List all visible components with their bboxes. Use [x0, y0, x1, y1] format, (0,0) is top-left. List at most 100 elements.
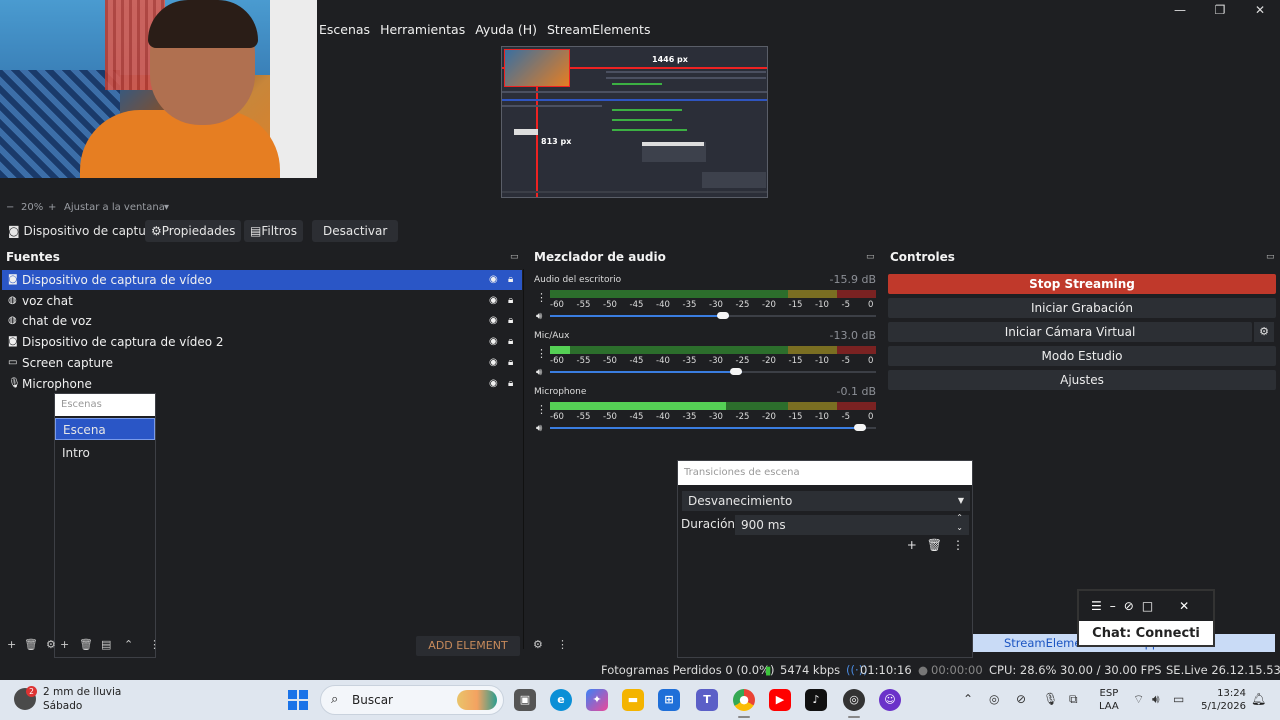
- source-item[interactable]: ◙ Dispositivo de captura de vídeo ◉ 🔒︎: [2, 270, 522, 290]
- tray-app-icon[interactable]: ⧉: [1069, 692, 1078, 707]
- more-icon[interactable]: ⋮: [536, 347, 547, 360]
- more-icon[interactable]: ⋮: [536, 403, 547, 416]
- obs-icon[interactable]: ◎: [843, 689, 865, 711]
- speaker-icon[interactable]: 🔊︎: [536, 423, 542, 434]
- start-recording-button[interactable]: Iniciar Grabación: [888, 298, 1276, 318]
- volume-icon[interactable]: 🔊︎: [1152, 692, 1160, 707]
- lock-icon[interactable]: 🔒︎: [508, 270, 513, 290]
- eye-icon[interactable]: ◉: [489, 353, 498, 373]
- tiktok-icon[interactable]: ♪: [805, 689, 827, 711]
- trash-icon[interactable]: 🗑︎: [927, 538, 942, 552]
- trash-icon[interactable]: 🗑︎: [24, 638, 38, 651]
- menu-escenas[interactable]: Escenas: [319, 22, 370, 37]
- transition-select[interactable]: Desvanecimiento ▼: [682, 491, 970, 511]
- source-item[interactable]: ▭ Screen capture ◉ 🔒︎: [2, 353, 522, 373]
- eye-off-icon[interactable]: ⊘: [1124, 599, 1134, 613]
- source-item[interactable]: ◙ Dispositivo de captura de vídeo 2 ◉ 🔒︎: [2, 332, 522, 352]
- maximize-icon[interactable]: ❐: [1200, 0, 1240, 20]
- virtual-camera-button[interactable]: Iniciar Cámara Virtual: [888, 322, 1252, 342]
- eye-icon[interactable]: ◉: [489, 374, 498, 394]
- stepper-icon[interactable]: ⌃ ⌄: [956, 513, 963, 533]
- eye-icon[interactable]: ◉: [489, 311, 498, 331]
- chevron-up-icon[interactable]: ⌃: [124, 638, 133, 651]
- source-item[interactable]: 🎙︎ Microphone ◉ 🔒︎: [2, 374, 522, 394]
- eye-icon[interactable]: ◉: [489, 270, 498, 290]
- volume-slider[interactable]: [550, 368, 876, 375]
- battery-icon[interactable]: ▭: [1173, 692, 1184, 706]
- clock[interactable]: 13:24 5/1/2026: [1198, 687, 1246, 713]
- speaker-icon[interactable]: 🔊︎: [536, 311, 542, 322]
- gear-icon[interactable]: ⚙: [46, 638, 56, 651]
- tray-app-icon[interactable]: ◎: [989, 692, 999, 706]
- add-icon[interactable]: +: [907, 538, 917, 552]
- filters-button[interactable]: ▤Filtros: [244, 220, 304, 242]
- windows-start-icon[interactable]: [288, 690, 308, 710]
- hamburger-icon[interactable]: ☰: [1091, 599, 1102, 613]
- chrome-icon[interactable]: ●: [733, 689, 755, 711]
- duration-input[interactable]: 900 ms ⌃ ⌄: [735, 513, 969, 535]
- task-view-icon[interactable]: ▣: [514, 689, 536, 711]
- tray-app-icon[interactable]: ⊘: [1016, 692, 1026, 706]
- stop-streaming-button[interactable]: Stop Streaming: [888, 274, 1276, 294]
- more-icon[interactable]: ⋮: [557, 638, 568, 651]
- more-icon[interactable]: ⋮: [536, 291, 547, 304]
- filter-icon[interactable]: ▤: [101, 638, 111, 651]
- menu-herramientas[interactable]: Herramientas: [380, 22, 465, 37]
- chevron-down-icon[interactable]: ▾: [164, 202, 169, 213]
- eye-icon[interactable]: ◉: [489, 291, 498, 311]
- menu-ayuda[interactable]: Ayuda (H): [475, 22, 537, 37]
- taskbar-search[interactable]: ⌕ Buscar: [320, 685, 504, 715]
- edge-icon[interactable]: e: [550, 689, 572, 711]
- store-icon[interactable]: ⊞: [658, 689, 680, 711]
- lock-icon[interactable]: 🔒︎: [508, 353, 513, 373]
- lock-icon[interactable]: 🔒︎: [508, 332, 513, 352]
- trash-icon[interactable]: 🗑︎: [79, 638, 93, 651]
- dock-icon[interactable]: ▭: [510, 252, 519, 262]
- eye-icon[interactable]: ◉: [489, 332, 498, 352]
- minimize-icon[interactable]: —: [1160, 0, 1200, 20]
- close-icon[interactable]: ✕: [1179, 599, 1189, 613]
- more-icon[interactable]: ⋮: [149, 638, 160, 651]
- settings-button[interactable]: Ajustes: [888, 370, 1276, 390]
- lock-icon[interactable]: 🔒︎: [508, 374, 513, 394]
- notification-bell-icon[interactable]: 🔔︎: [1251, 692, 1266, 706]
- zoom-out-button[interactable]: −: [6, 202, 14, 213]
- source-item[interactable]: ◍ chat de voz ◉ 🔒︎: [2, 311, 522, 331]
- scene-item[interactable]: Escena: [55, 418, 155, 440]
- close-icon[interactable]: ✕: [1240, 0, 1280, 20]
- language-indicator[interactable]: ESP LAA: [1099, 687, 1119, 713]
- speaker-icon[interactable]: 🔊︎: [536, 367, 542, 378]
- source-item[interactable]: ◍ voz chat ◉ 🔒︎: [2, 291, 522, 311]
- preview-canvas[interactable]: 1446 px 813 px: [501, 46, 768, 198]
- studio-mode-button[interactable]: Modo Estudio: [888, 346, 1276, 366]
- volume-slider[interactable]: [550, 424, 876, 431]
- dock-icon[interactable]: ▭: [866, 252, 875, 262]
- fit-window-button[interactable]: Ajustar a la ventana: [64, 202, 165, 213]
- chevron-up-icon[interactable]: ⌃: [963, 692, 973, 706]
- add-icon[interactable]: +: [7, 638, 16, 651]
- file-explorer-icon[interactable]: ▬: [622, 689, 644, 711]
- microphone-icon[interactable]: 🎙︎: [1043, 692, 1058, 706]
- copilot-icon[interactable]: ✦: [586, 689, 608, 711]
- twitch-chat-icon[interactable]: ☺: [879, 689, 901, 711]
- link-icon[interactable]: ⚙: [533, 638, 543, 651]
- teams-icon[interactable]: T: [696, 689, 718, 711]
- volume-slider[interactable]: [550, 312, 876, 319]
- zoom-in-button[interactable]: +: [48, 202, 56, 213]
- add-element-button[interactable]: ADD ELEMENT: [416, 636, 520, 656]
- wifi-icon[interactable]: ⌔: [1133, 692, 1144, 707]
- lock-icon[interactable]: 🔒︎: [508, 291, 513, 311]
- add-icon[interactable]: +: [60, 638, 69, 651]
- gear-icon[interactable]: ⚙: [1254, 322, 1274, 342]
- lock-icon[interactable]: 🔒︎: [508, 311, 513, 331]
- minimize-icon[interactable]: –: [1110, 599, 1116, 613]
- dock-icon[interactable]: ▭: [1266, 252, 1275, 262]
- scene-item[interactable]: Intro: [55, 442, 155, 464]
- properties-button[interactable]: ⚙Propiedades: [145, 220, 242, 242]
- deactivate-button[interactable]: Desactivar: [312, 220, 399, 242]
- maximize-icon[interactable]: □: [1142, 599, 1153, 613]
- selected-source-box[interactable]: [504, 49, 570, 87]
- youtube-icon[interactable]: ▶: [769, 689, 791, 711]
- menu-streamelements[interactable]: StreamElements: [547, 22, 651, 37]
- more-icon[interactable]: ⋮: [952, 538, 964, 552]
